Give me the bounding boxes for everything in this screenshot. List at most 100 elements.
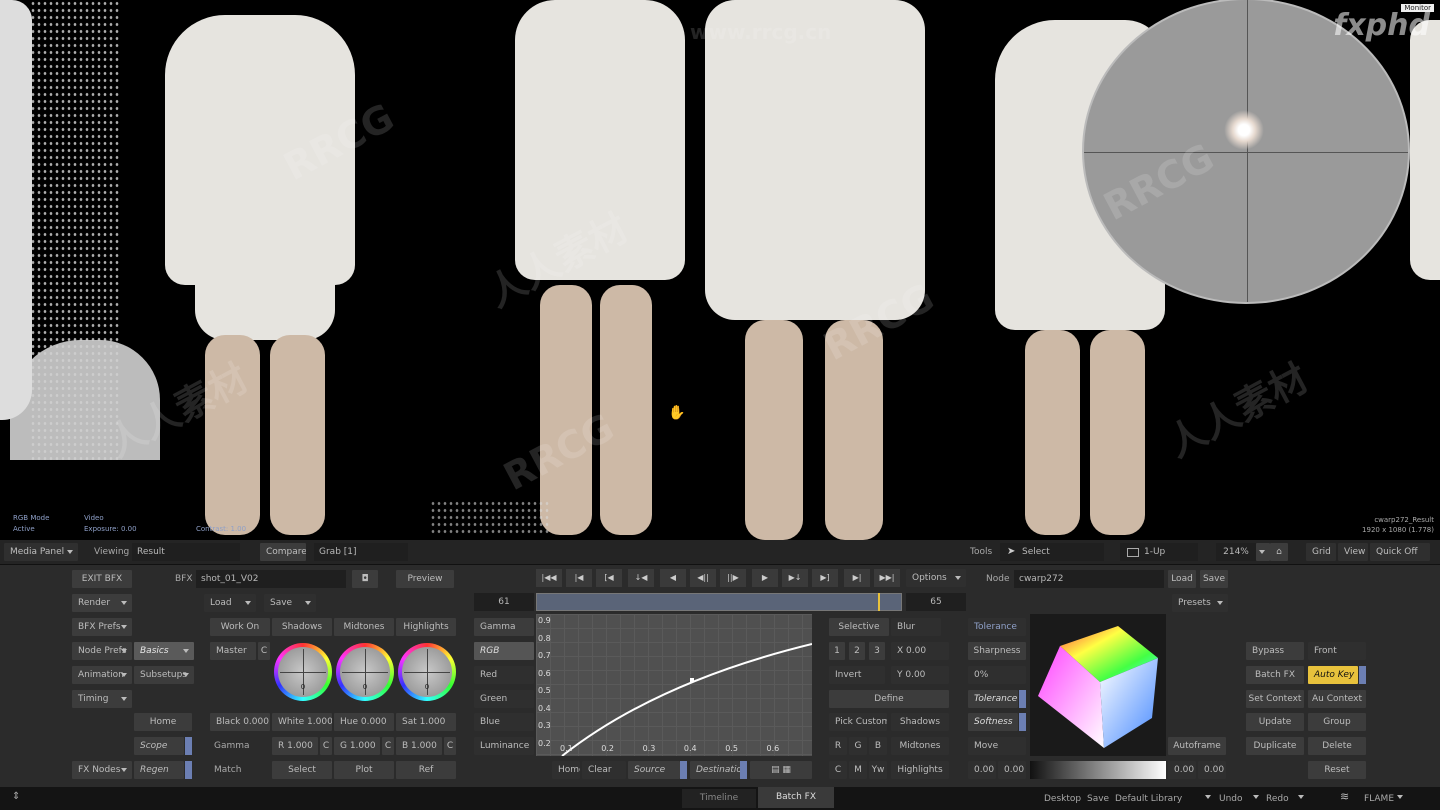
goto-start-icon[interactable]: |◀◀ xyxy=(536,569,562,587)
exit-bfx-button[interactable]: EXIT BFX xyxy=(72,570,132,588)
prev-mark-icon[interactable]: [◀ xyxy=(596,569,622,587)
softness-toggle[interactable]: Softness xyxy=(968,713,1018,731)
channel-luminance[interactable]: Luminance xyxy=(474,737,534,755)
gamma-r-c-button[interactable]: C xyxy=(320,737,332,755)
compare-button[interactable]: Compare xyxy=(260,543,306,561)
frame-end-field[interactable]: 65 xyxy=(906,593,966,611)
key-c-button[interactable]: C xyxy=(829,761,847,779)
move-button[interactable]: Move xyxy=(968,737,1026,755)
set-context-button[interactable]: Set Context xyxy=(1246,690,1304,708)
node-prefs-button[interactable]: Node Prefs xyxy=(72,642,132,660)
gamma-r-field[interactable]: R 1.000 xyxy=(272,737,318,755)
reset-button[interactable]: Reset xyxy=(1308,761,1366,779)
gamma-g-c-button[interactable]: C xyxy=(382,737,394,755)
viewing-field[interactable]: Result xyxy=(132,543,240,561)
channel-green[interactable]: Green xyxy=(474,690,534,708)
zoom-field[interactable]: 214% xyxy=(1216,543,1256,561)
front-button[interactable]: Front xyxy=(1308,642,1366,660)
play-back-icon[interactable]: ◀|| xyxy=(690,569,716,587)
view-button[interactable]: View xyxy=(1338,543,1368,561)
basics-tab[interactable]: Basics xyxy=(134,642,194,660)
channel-rgb[interactable]: RGB xyxy=(474,642,534,660)
key-r-button[interactable]: R xyxy=(829,737,847,755)
playhead-marker[interactable] xyxy=(878,593,880,611)
zoom-dropdown[interactable] xyxy=(1256,543,1270,561)
select-tool[interactable]: Select xyxy=(1000,543,1104,561)
key-1-button[interactable]: 1 xyxy=(829,642,845,660)
prev-in-icon[interactable]: ↓◀ xyxy=(628,569,654,587)
white-field[interactable]: White 1.000 xyxy=(272,713,332,731)
update-button[interactable]: Update xyxy=(1246,713,1304,731)
regen-toggle[interactable]: Regen xyxy=(134,761,184,779)
value-field-3[interactable]: 0.00 xyxy=(1168,761,1196,779)
pause-icon[interactable]: ||▶ xyxy=(720,569,746,587)
gamma-b-field[interactable]: B 1.000 xyxy=(396,737,442,755)
channel-gamma[interactable]: Gamma xyxy=(474,618,534,636)
invert-toggle[interactable]: Invert xyxy=(829,666,885,684)
expand-icon[interactable]: ⇕ xyxy=(12,791,20,802)
status-save-button[interactable]: Save xyxy=(1087,790,1109,808)
key-2-button[interactable]: 2 xyxy=(849,642,865,660)
key-3-button[interactable]: 3 xyxy=(869,642,885,660)
timeline-scrubber[interactable] xyxy=(536,593,902,611)
preview-button[interactable]: Preview xyxy=(396,570,454,588)
gamma-g-field[interactable]: G 1.000 xyxy=(334,737,380,755)
master-c-button[interactable]: C xyxy=(258,642,270,660)
source-toggle[interactable]: Source xyxy=(628,761,680,779)
timing-button[interactable]: Timing xyxy=(72,690,132,708)
shadows-color-wheel[interactable]: 0 xyxy=(274,643,332,701)
blur-field[interactable]: Blur xyxy=(891,618,941,636)
percent-field[interactable]: 0% xyxy=(968,666,1026,684)
gamma-b-c-button[interactable]: C xyxy=(444,737,456,755)
match-plot-button[interactable]: Plot xyxy=(334,761,394,779)
highlights-tab[interactable]: Highlights xyxy=(396,618,456,636)
shadows-tab[interactable]: Shadows xyxy=(272,618,332,636)
selective-button[interactable]: Selective xyxy=(829,618,889,636)
channel-red[interactable]: Red xyxy=(474,666,534,684)
batch-fx-button[interactable]: Batch FX xyxy=(1246,666,1304,684)
curve-view-icon[interactable]: ▤ ▦ xyxy=(750,761,812,779)
quick-off-button[interactable]: Quick Off xyxy=(1370,543,1430,561)
subsetups-tab[interactable]: Subsetups xyxy=(134,666,194,684)
step-back-icon[interactable]: ◀ xyxy=(660,569,686,587)
value-field-1[interactable]: 0.00 xyxy=(968,761,996,779)
image-viewer[interactable]: RGB Mode Active Video Exposure: 0.00 Con… xyxy=(0,0,1440,540)
home-button[interactable]: Home xyxy=(134,713,192,731)
sat-field[interactable]: Sat 1.000 xyxy=(396,713,456,731)
match-ref-button[interactable]: Ref xyxy=(396,761,456,779)
presets-dropdown[interactable]: Presets xyxy=(1172,594,1228,612)
batch-fx-tab[interactable]: Batch FX xyxy=(758,787,834,808)
delete-button[interactable]: Delete xyxy=(1308,737,1366,755)
grab-field[interactable]: Grab [1] xyxy=(314,543,408,561)
define-button[interactable]: Define xyxy=(829,690,949,708)
work-on-tab[interactable]: Work On xyxy=(210,618,270,636)
key-x-field[interactable]: X 0.00 xyxy=(891,642,949,660)
play-icon[interactable]: ▶ xyxy=(752,569,778,587)
goto-end-icon[interactable]: ▶▶| xyxy=(874,569,900,587)
pick-custom-button[interactable]: Pick Custom xyxy=(829,713,887,731)
timeline-tab[interactable]: Timeline xyxy=(682,789,756,808)
group-button[interactable]: Group xyxy=(1308,713,1366,731)
next-in-icon[interactable]: ▶↓ xyxy=(782,569,808,587)
sharpness-button[interactable]: Sharpness xyxy=(968,642,1026,660)
color-cube-picker[interactable] xyxy=(1030,614,1166,756)
curve-home-button[interactable]: Home xyxy=(552,761,580,779)
scope-toggle[interactable]: Scope xyxy=(134,737,184,755)
key-highlights-button[interactable]: Highlights xyxy=(891,761,949,779)
au-context-button[interactable]: Au Context xyxy=(1308,690,1366,708)
channel-blue[interactable]: Blue xyxy=(474,713,534,731)
hue-field[interactable]: Hue 0.000 xyxy=(334,713,394,731)
key-yw-button[interactable]: Yw xyxy=(869,761,887,779)
bfx-load-dropdown[interactable]: Load xyxy=(204,594,256,612)
destination-toggle[interactable]: Destination xyxy=(690,761,740,779)
value-field-4[interactable]: 0.00 xyxy=(1198,761,1226,779)
library-dropdown[interactable]: Default Library xyxy=(1115,790,1211,808)
undo-button[interactable]: Undo xyxy=(1219,790,1243,808)
key-g-button[interactable]: G xyxy=(849,737,867,755)
frame-start-field[interactable]: 61 xyxy=(474,593,534,611)
options-dropdown[interactable]: Options xyxy=(906,569,966,587)
render-button[interactable]: Render xyxy=(72,594,132,612)
snapshot-camera-icon[interactable]: ◘ xyxy=(352,570,378,588)
node-name-field[interactable]: cwarp272 xyxy=(1014,570,1164,588)
tolerance-tab[interactable]: Tolerance xyxy=(968,618,1026,636)
